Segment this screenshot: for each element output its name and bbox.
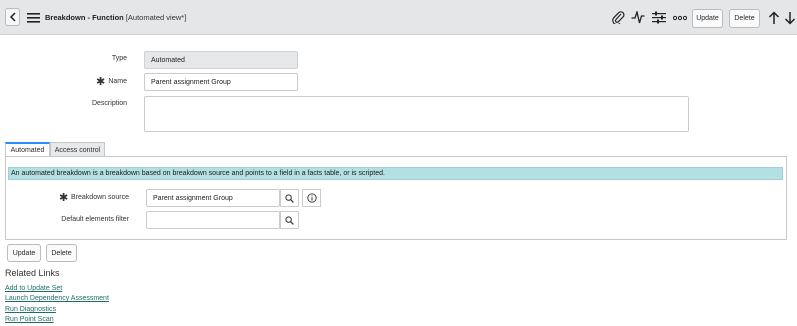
update-button[interactable]: Update — [692, 9, 723, 28]
tab-access-control[interactable]: Access control — [50, 142, 105, 157]
type-field: Automated — [144, 51, 298, 69]
name-field[interactable]: Parent assignment Group — [144, 73, 298, 91]
name-label: Name — [108, 78, 127, 85]
description-label: Description — [91, 100, 127, 107]
form-title: Breakdown - Function — [45, 13, 124, 22]
breakdown-source-label: Breakdown source — [71, 194, 129, 201]
more-options-icon[interactable] — [671, 9, 688, 26]
link-add-to-update-set[interactable]: Add to Update Set — [5, 285, 62, 292]
arrow-up-icon[interactable] — [765, 9, 782, 26]
arrow-down-icon[interactable] — [784, 9, 796, 26]
page-title: Breakdown - Function [Automated view*] — [45, 13, 186, 22]
link-run-point-scan[interactable]: Run Point Scan — [5, 316, 54, 323]
footer-delete-button[interactable]: Delete — [46, 244, 77, 262]
paperclip-icon[interactable] — [610, 9, 627, 26]
default-elements-filter-label: Default elements filter — [61, 216, 129, 223]
chevron-left-icon — [9, 12, 16, 22]
link-launch-dependency-assessment[interactable]: Launch Dependency Assessment — [5, 295, 109, 302]
pulse-icon[interactable] — [629, 9, 646, 26]
sliders-icon[interactable] — [650, 9, 667, 26]
default-elements-filter-lookup-button[interactable] — [280, 211, 299, 229]
delete-button[interactable]: Delete — [729, 9, 760, 28]
default-elements-filter-field[interactable] — [146, 211, 280, 229]
breakdown-source-info-button[interactable] — [302, 189, 321, 207]
form-header: Breakdown - Function [Automated view*] U… — [0, 0, 797, 35]
type-label: Type — [111, 55, 127, 62]
required-indicator: ✱ — [96, 76, 106, 88]
tab-automated[interactable]: Automated — [5, 142, 50, 157]
info-message: An automated breakdown is a breakdown ba… — [8, 167, 783, 180]
footer-update-button[interactable]: Update — [7, 244, 41, 262]
hamburger-menu-icon[interactable] — [26, 9, 40, 25]
search-icon — [285, 215, 294, 225]
search-icon — [285, 193, 294, 203]
description-field[interactable] — [144, 96, 689, 132]
breakdown-source-lookup-button[interactable] — [280, 189, 299, 207]
breakdown-source-field[interactable]: Parent assignment Group — [146, 189, 280, 207]
form-view-name: [Automated view*] — [125, 13, 187, 22]
related-links-heading: Related Links — [5, 268, 60, 278]
required-indicator: ✱ — [59, 192, 69, 204]
back-button[interactable] — [5, 8, 20, 26]
info-icon — [306, 193, 317, 203]
link-run-diagnostics[interactable]: Run Diagnostics — [5, 306, 56, 313]
